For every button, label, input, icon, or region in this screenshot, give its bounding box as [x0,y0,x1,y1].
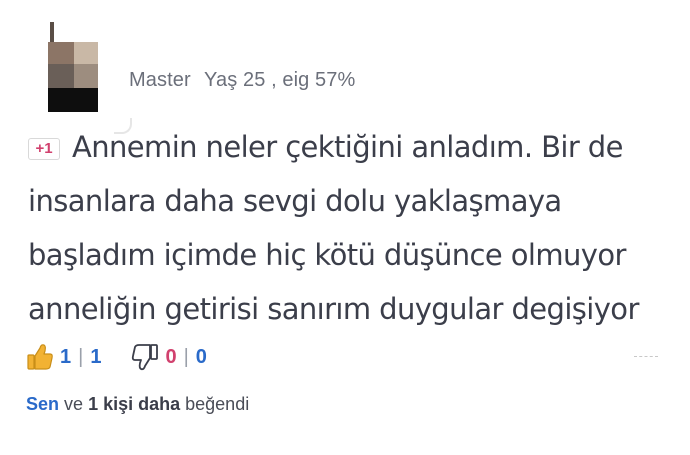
author-stats: Yaş 25 , eig 57% [204,69,356,91]
more-options-icon[interactable] [634,356,658,359]
thumbs-up-icon [26,342,54,372]
thumbs-down-icon [131,342,159,372]
liked-by-connector: ve [64,394,84,414]
liked-by-summary[interactable]: Sen ve 1 kişi daha beğendi [26,394,249,415]
dislike-button[interactable]: 0 | 0 [131,342,207,372]
like-total: 1 [90,345,102,368]
comment-line: başladım içimde hiç kötü düşünce olmuyor [28,238,626,272]
plus-one-badge: +1 [28,138,60,160]
comment-line: +1 Annemin neler çektiğini anladım. Bir d… [28,120,668,174]
avatar[interactable] [44,22,132,134]
comment-line: anneliğin getirisi sanırım duygular degi… [28,292,639,326]
liked-by-you: Sen [26,394,60,414]
author-username[interactable]: Master [129,69,191,91]
like-separator: | [78,345,84,368]
author-meta: Master Yaş 25 , eig 57% [129,69,355,92]
comment-card: Master Yaş 25 , eig 57% +1 Annemin neler … [0,0,690,455]
dislike-total: 0 [195,345,207,368]
reaction-bar: 1 | 1 0 | 0 [26,340,207,374]
liked-by-others: 1 kişi daha [88,394,181,414]
like-count: 1 [60,345,72,368]
dislike-count: 0 [165,345,177,368]
like-button[interactable]: 1 | 1 [26,342,101,372]
dislike-separator: | [183,345,189,368]
comment-line: insanlara daha sevgi dolu yaklaşmaya [28,184,562,218]
comment-text: +1 Annemin neler çektiğini anladım. Bir d… [28,120,668,336]
liked-by-suffix: beğendi [185,394,250,414]
